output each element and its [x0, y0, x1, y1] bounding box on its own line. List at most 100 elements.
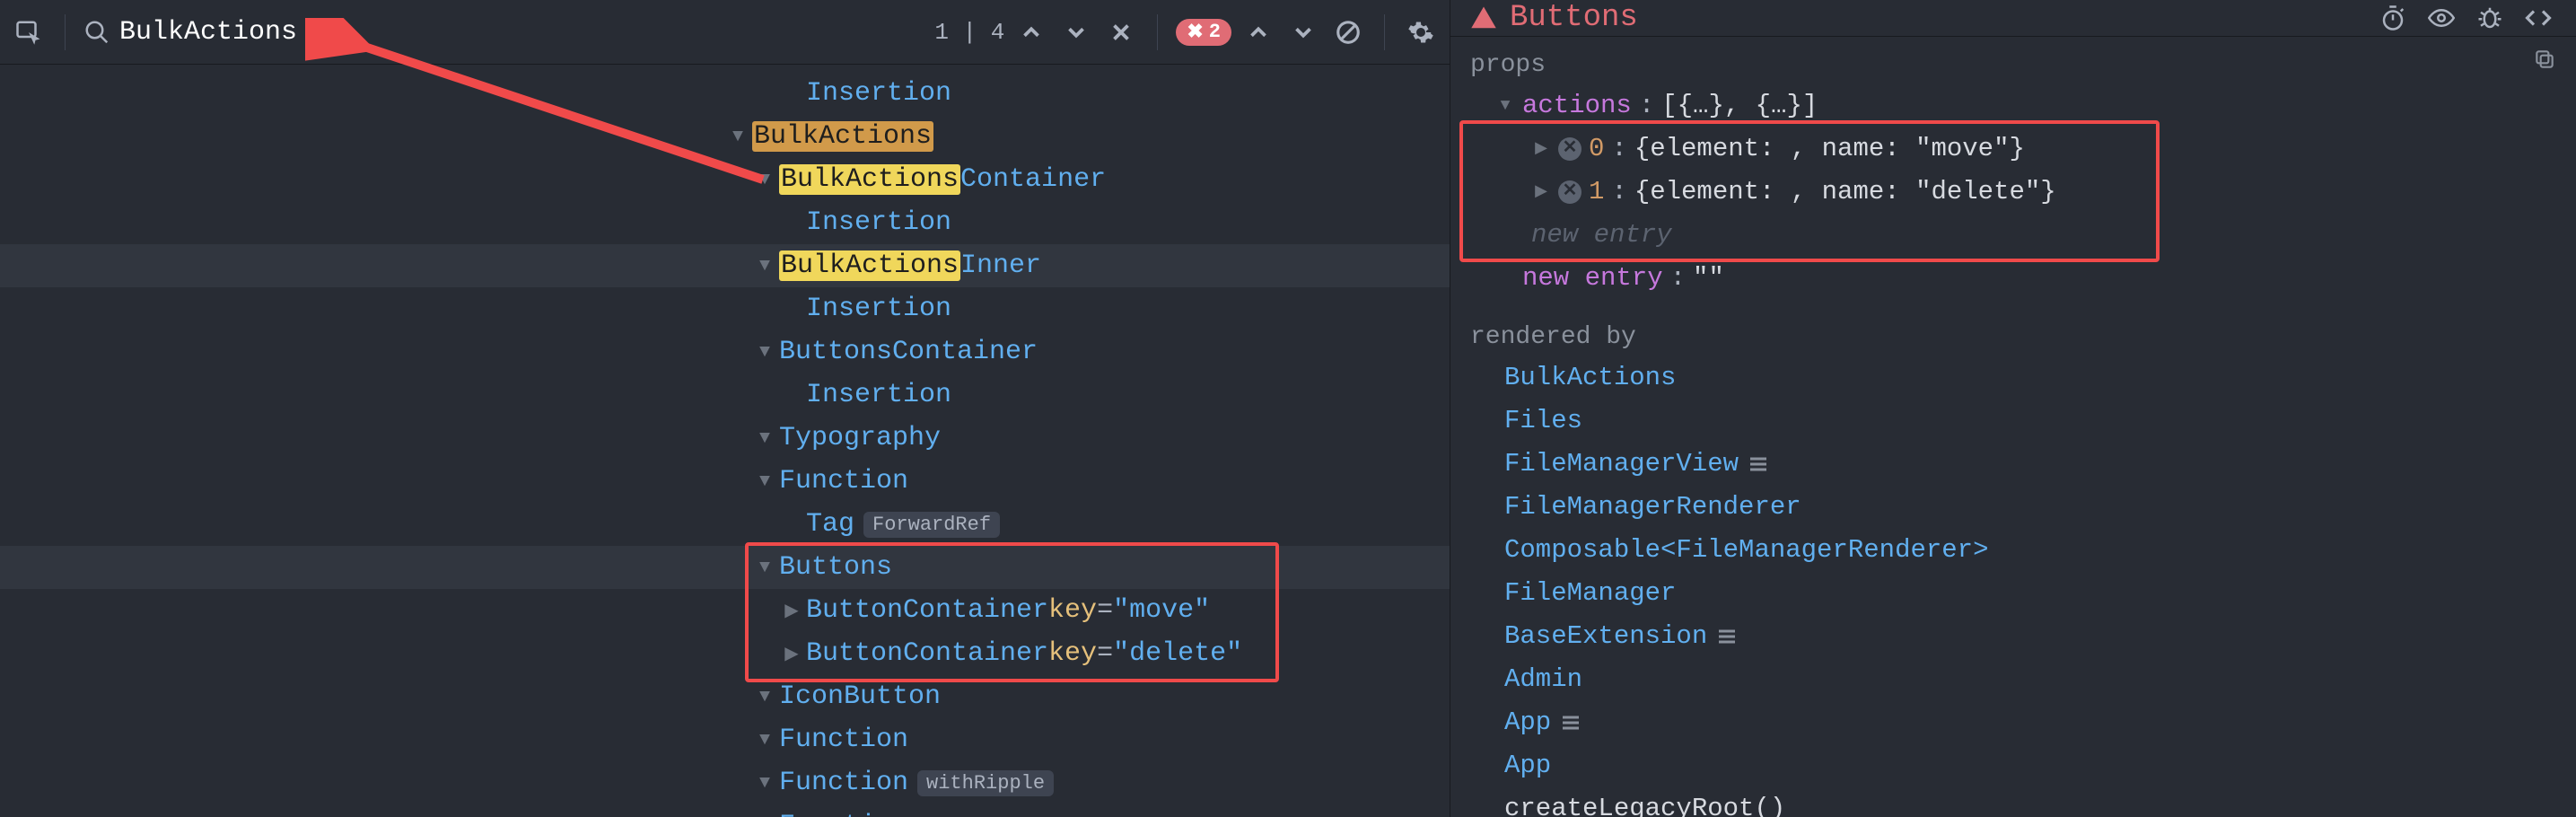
tree-node[interactable]: ▼Typography: [0, 417, 1450, 460]
caret-icon: ▶: [781, 599, 802, 622]
tree-node[interactable]: Insertion: [0, 373, 1450, 417]
rendered-by-item[interactable]: Composable<FileManagerRenderer>: [1504, 529, 2556, 572]
rendered-by-name[interactable]: App: [1504, 744, 1551, 787]
node-name: Function: [779, 768, 908, 798]
caret-icon: ▼: [727, 127, 749, 147]
error-next-icon[interactable]: [1285, 14, 1321, 50]
menu-icon[interactable]: [1716, 626, 1738, 647]
prop-array-item[interactable]: ▶✕1: {element: , name: "delete"}: [1495, 171, 2556, 214]
tree-node[interactable]: ▼ButtonsContainer: [0, 330, 1450, 373]
prop-value[interactable]: "": [1693, 257, 1724, 300]
inspect-element-icon[interactable]: [11, 14, 47, 50]
rendered-by-name[interactable]: BulkActions: [1504, 356, 1676, 400]
rendered-by-name[interactable]: Files: [1504, 400, 1582, 443]
rendered-by-item[interactable]: Files: [1504, 400, 2556, 443]
caret-icon: ▼: [754, 773, 775, 794]
node-name: Insertion: [806, 380, 951, 410]
tree-node[interactable]: TagForwardRef: [0, 503, 1450, 546]
view-source-icon[interactable]: [2520, 0, 2556, 36]
rendered-by-item[interactable]: Admin: [1504, 658, 2556, 701]
rendered-by-item[interactable]: FileManagerRenderer: [1504, 486, 2556, 529]
node-name: Insertion: [806, 294, 951, 324]
rendered-by-item[interactable]: App: [1504, 744, 2556, 787]
search-prev-icon[interactable]: [1013, 14, 1049, 50]
rendered-by-name[interactable]: BaseExtension: [1504, 615, 1707, 658]
rendered-by-item[interactable]: BaseExtension: [1504, 615, 2556, 658]
settings-icon[interactable]: [1403, 14, 1439, 50]
node-name: IconButton: [779, 681, 941, 712]
rendered-by-name: createLegacyRoot(): [1504, 787, 1785, 817]
component-tree[interactable]: Insertion▼BulkActions▼BulkActionsContain…: [0, 65, 1450, 817]
search-close-icon[interactable]: [1103, 14, 1139, 50]
caret-icon: ▼: [754, 342, 775, 363]
node-name-highlight: BulkActions: [779, 164, 960, 195]
tree-node[interactable]: ▼BulkActionsInner: [0, 244, 1450, 287]
clear-errors-icon[interactable]: [1330, 14, 1366, 50]
search-next-icon[interactable]: [1058, 14, 1094, 50]
caret-icon: ▼: [754, 687, 775, 707]
rendered-by-name[interactable]: FileManagerView: [1504, 443, 1739, 486]
menu-icon[interactable]: [1560, 712, 1582, 734]
prop-value: {element: , name: "move"}: [1634, 127, 2025, 171]
rendered-by-item[interactable]: BulkActions: [1504, 356, 2556, 400]
caret-right-icon: ▶: [1531, 127, 1551, 171]
rendered-by-name[interactable]: FileManager: [1504, 572, 1676, 615]
tree-node[interactable]: ▼Function: [0, 804, 1450, 817]
error-x-icon: ✖: [1187, 21, 1203, 44]
stopwatch-icon[interactable]: [2375, 0, 2411, 36]
caret-icon: ▼: [754, 471, 775, 492]
rendered-by-item[interactable]: FileManagerView: [1504, 443, 2556, 486]
tree-node[interactable]: ▼IconButton: [0, 675, 1450, 718]
node-name-suffix: Container: [960, 164, 1106, 195]
prop-actions[interactable]: ▼ actions: [{…}, {…}]: [1495, 84, 2556, 127]
prop-key: new entry: [1522, 257, 1663, 300]
node-name: Insertion: [806, 78, 951, 109]
node-name-highlight: BulkActions: [752, 121, 933, 152]
tree-node[interactable]: Insertion: [0, 72, 1450, 115]
tree-node[interactable]: ▼BulkActionsContainer: [0, 158, 1450, 201]
rendered-by-item[interactable]: App: [1504, 701, 2556, 744]
rendered-by-list: BulkActionsFilesFileManagerViewFileManag…: [1450, 355, 2576, 817]
prop-key: actions: [1522, 84, 1632, 127]
menu-icon[interactable]: [1748, 453, 1769, 475]
node-name-highlight: BulkActions: [779, 250, 960, 281]
tree-node[interactable]: ▶ButtonContainer key="move": [0, 589, 1450, 632]
copy-icon[interactable]: [2533, 48, 2556, 79]
selected-component-title: Buttons: [1510, 1, 1638, 35]
warning-icon: [1470, 4, 1497, 31]
node-name: Function: [779, 466, 908, 496]
tree-node[interactable]: ▶ButtonContainer key="delete": [0, 632, 1450, 675]
rendered-by-name[interactable]: App: [1504, 701, 1551, 744]
error-prev-icon[interactable]: [1240, 14, 1276, 50]
prop-array-item[interactable]: ▶✕0: {element: , name: "move"}: [1495, 127, 2556, 171]
node-name-suffix: Inner: [960, 250, 1041, 281]
tree-node[interactable]: ▼Buttons: [0, 546, 1450, 589]
node-name: Function: [779, 811, 908, 817]
rendered-by-name[interactable]: Admin: [1504, 658, 1582, 701]
tree-node[interactable]: Insertion: [0, 201, 1450, 244]
error-count-pill[interactable]: ✖ 2: [1176, 19, 1231, 46]
tree-node[interactable]: Insertion: [0, 287, 1450, 330]
store-as-global-icon[interactable]: ✕: [1558, 137, 1582, 161]
search-input[interactable]: [119, 17, 496, 48]
debug-icon[interactable]: [2472, 0, 2508, 36]
rendered-by-item[interactable]: FileManager: [1504, 572, 2556, 615]
node-key-value: "delete": [1113, 638, 1242, 669]
search-match-count: 1 | 4: [934, 19, 1004, 46]
prop-new-entry[interactable]: new entry: "": [1495, 257, 2556, 300]
tree-node[interactable]: ▼Function: [0, 718, 1450, 761]
toolbar-divider: [1384, 14, 1385, 50]
new-entry-placeholder[interactable]: new entry: [1495, 214, 2556, 257]
tree-node[interactable]: ▼BulkActions: [0, 115, 1450, 158]
props-section-label: props: [1450, 37, 2576, 83]
prop-index: 1: [1589, 171, 1604, 214]
toolbar-divider: [65, 14, 66, 50]
rendered-by-name[interactable]: Composable<FileManagerRenderer>: [1504, 529, 1989, 572]
rendered-by-name[interactable]: FileManagerRenderer: [1504, 486, 1801, 529]
components-panel: 1 | 4 ✖ 2 Insertion ▼: [0, 0, 1450, 817]
tree-node[interactable]: ▼Function: [0, 460, 1450, 503]
eye-icon[interactable]: [2423, 0, 2459, 36]
store-as-global-icon[interactable]: ✕: [1558, 180, 1582, 204]
tree-node[interactable]: ▼FunctionwithRipple: [0, 761, 1450, 804]
details-panel: Buttons props ▼ actions: [{…}, {…}] ▶✕0:…: [1450, 0, 2576, 817]
